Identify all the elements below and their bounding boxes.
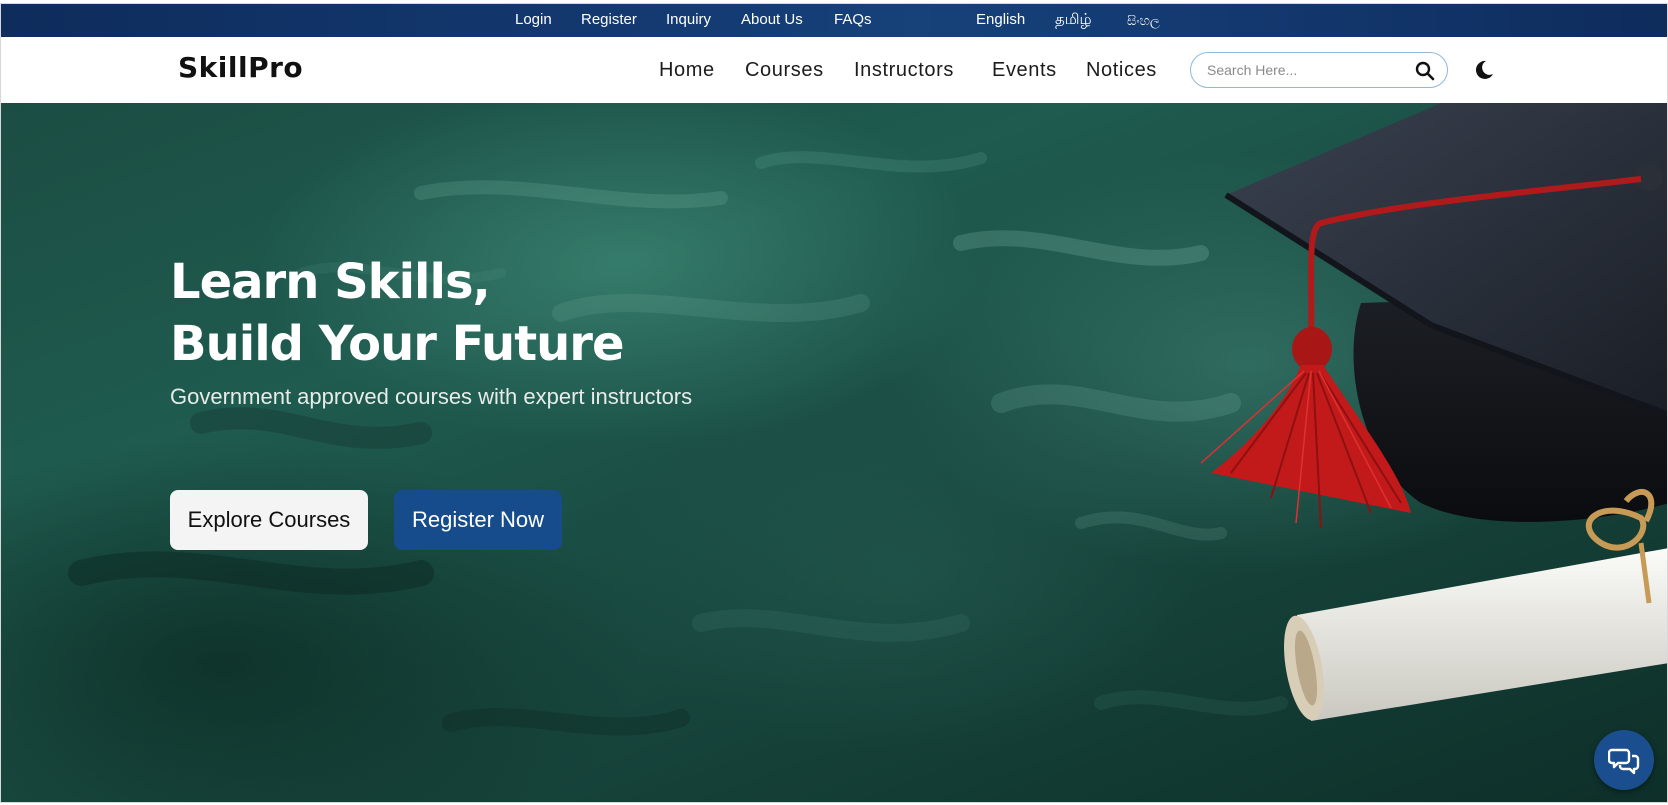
- search-input[interactable]: [1207, 61, 1407, 79]
- language-english[interactable]: English: [976, 10, 1025, 30]
- nav-instructors[interactable]: Instructors: [854, 58, 954, 82]
- login-link[interactable]: Login: [515, 10, 552, 30]
- nav-notices[interactable]: Notices: [1086, 58, 1157, 82]
- chat-bubbles-icon: [1608, 748, 1640, 775]
- search-box: [1190, 52, 1448, 88]
- nav-home[interactable]: Home: [659, 58, 715, 82]
- nav-courses[interactable]: Courses: [745, 58, 824, 82]
- faqs-link[interactable]: FAQs: [834, 10, 872, 30]
- nav-events[interactable]: Events: [992, 58, 1057, 82]
- site-logo[interactable]: SkillPro: [178, 51, 303, 84]
- hero-subtitle: Government approved courses with expert …: [170, 384, 693, 409]
- moon-icon[interactable]: [1473, 59, 1495, 81]
- language-tamil[interactable]: தமிழ்: [1055, 10, 1092, 30]
- about-us-link[interactable]: About Us: [741, 10, 803, 30]
- chat-button[interactable]: [1594, 730, 1654, 790]
- register-link[interactable]: Register: [581, 10, 637, 30]
- page-frame: Login Register Inquiry About Us FAQs Eng…: [0, 3, 1668, 803]
- graduation-cap-image: [1200, 103, 1667, 721]
- register-now-button[interactable]: Register Now: [394, 490, 562, 550]
- main-navbar: SkillPro Home Courses Instructors Events…: [1, 37, 1667, 103]
- hero-banner: Learn Skills, Build Your Future Governme…: [1, 103, 1667, 802]
- hero-title: Learn Skills, Build Your Future: [170, 251, 625, 375]
- explore-courses-button[interactable]: Explore Courses: [170, 490, 368, 550]
- top-utility-bar: Login Register Inquiry About Us FAQs Eng…: [1, 4, 1667, 37]
- hero-title-line-2: Build Your Future: [170, 316, 625, 372]
- language-sinhala[interactable]: සිංහල: [1127, 11, 1160, 31]
- inquiry-link[interactable]: Inquiry: [666, 10, 711, 30]
- search-icon[interactable]: [1415, 61, 1435, 81]
- hero-title-line-1: Learn Skills,: [170, 254, 491, 310]
